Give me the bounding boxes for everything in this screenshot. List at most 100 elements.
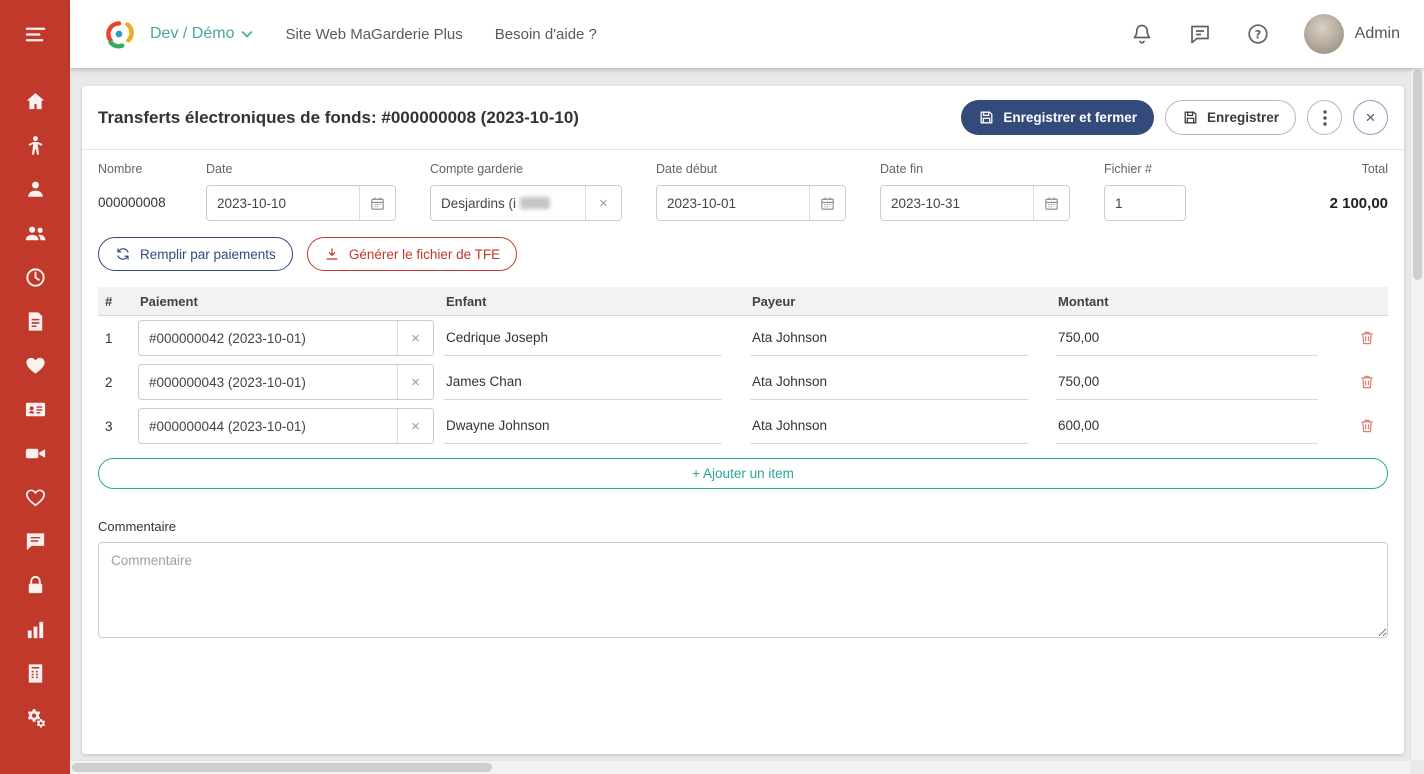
child-icon — [24, 134, 47, 157]
sidebar-item-id-card[interactable] — [0, 398, 70, 421]
user-menu[interactable]: Admin — [1304, 14, 1400, 54]
row-number: 2 — [98, 375, 138, 390]
sidebar-item-lock[interactable] — [0, 574, 70, 597]
help-circle-icon[interactable]: ? — [1246, 22, 1270, 46]
field-total: Total 2 100,00 — [1330, 162, 1388, 221]
delete-row-button[interactable] — [1356, 371, 1378, 393]
sidebar-item-heart-outline[interactable] — [0, 486, 70, 509]
generer-fichier-tfe-button[interactable]: Générer le fichier de TFE — [307, 237, 517, 271]
save-icon — [1182, 109, 1199, 126]
site-web-link[interactable]: Site Web MaGarderie Plus — [285, 26, 462, 43]
paiement-clear-button[interactable]: × — [397, 409, 433, 443]
commentaire-textarea[interactable] — [98, 542, 1388, 638]
delete-row-button[interactable] — [1356, 327, 1378, 349]
enfant-cell[interactable]: James Chan — [444, 364, 722, 400]
sidebar-item-video[interactable] — [0, 442, 70, 465]
sidebar-item-heart[interactable] — [0, 354, 70, 377]
field-date-debut: Date début — [656, 162, 846, 221]
username: Admin — [1355, 25, 1400, 43]
sidebar — [0, 0, 70, 774]
date-calendar-button[interactable] — [359, 186, 395, 220]
more-options-button[interactable] — [1307, 100, 1342, 135]
montant-cell[interactable]: 750,00 — [1056, 320, 1318, 356]
close-button[interactable]: × — [1353, 100, 1388, 135]
help-link[interactable]: Besoin d'aide ? — [495, 26, 597, 43]
messages-icon[interactable] — [1188, 22, 1212, 46]
sidebar-item-person[interactable] — [0, 178, 70, 201]
save-button[interactable]: Enregistrer — [1165, 100, 1296, 135]
calendar-icon — [1043, 195, 1060, 212]
paiement-clear-button[interactable]: × — [397, 365, 433, 399]
date-debut-input[interactable] — [657, 186, 809, 220]
org-switcher[interactable]: Dev / Démo — [150, 25, 253, 43]
delete-row-button[interactable] — [1356, 415, 1378, 437]
date-debut-calendar-button[interactable] — [809, 186, 845, 220]
horizontal-scrollbar[interactable] — [70, 760, 1410, 774]
clear-x-icon: × — [411, 374, 420, 391]
payeur-cell[interactable]: Ata Johnson — [750, 408, 1028, 444]
paiement-input[interactable] — [139, 365, 397, 399]
sidebar-item-report[interactable] — [0, 662, 70, 685]
paiement-input[interactable] — [139, 409, 397, 443]
id-card-icon — [24, 398, 47, 421]
row-number: 3 — [98, 419, 138, 434]
sidebar-item-settings[interactable] — [0, 706, 70, 729]
payeur-cell[interactable]: Ata Johnson — [750, 320, 1028, 356]
chat-icon — [24, 530, 47, 553]
date-input[interactable] — [207, 186, 359, 220]
heart-icon — [24, 354, 47, 377]
table-row: 1 × Cedrique Joseph Ata Johnson 750,00 — [98, 316, 1388, 360]
paiement-select[interactable]: × — [138, 320, 434, 356]
payeur-cell[interactable]: Ata Johnson — [750, 364, 1028, 400]
fichier-input[interactable] — [1105, 186, 1185, 220]
sidebar-item-chat[interactable] — [0, 530, 70, 553]
montant-cell[interactable]: 750,00 — [1056, 364, 1318, 400]
menu-toggle-button[interactable] — [0, 0, 70, 68]
enfant-cell[interactable]: Cedrique Joseph — [444, 320, 722, 356]
paiement-select[interactable]: × — [138, 408, 434, 444]
scrollbar-thumb[interactable] — [72, 763, 492, 772]
col-payeur: Payeur — [750, 294, 1056, 309]
add-item-button[interactable]: + Ajouter un item — [98, 458, 1388, 489]
sidebar-item-invoice[interactable] — [0, 310, 70, 333]
card-body: Nombre 000000008 Date — [82, 150, 1404, 654]
sidebar-item-chart[interactable] — [0, 618, 70, 641]
topbar: Dev / Démo Site Web MaGarderie Plus Beso… — [70, 0, 1424, 68]
total-value: 2 100,00 — [1330, 185, 1388, 212]
page-title: Transferts électroniques de fonds: #0000… — [98, 108, 579, 128]
trash-icon — [1358, 373, 1376, 391]
chevron-down-icon — [241, 30, 253, 38]
date-label: Date — [206, 162, 396, 176]
paiement-select[interactable]: × — [138, 364, 434, 400]
person-icon — [24, 178, 47, 201]
date-fin-calendar-button[interactable] — [1033, 186, 1069, 220]
chart-icon — [24, 618, 47, 641]
compte-garderie-clear-button[interactable]: × — [585, 186, 621, 220]
vertical-scrollbar[interactable] — [1410, 68, 1424, 760]
close-x-icon: × — [1366, 109, 1376, 126]
date-fin-input[interactable] — [881, 186, 1033, 220]
download-icon — [324, 246, 340, 262]
org-name: Dev / Démo — [150, 25, 234, 43]
svg-text:?: ? — [1254, 27, 1261, 41]
paiement-clear-button[interactable]: × — [397, 321, 433, 355]
remplir-par-paiements-button[interactable]: Remplir par paiements — [98, 237, 293, 271]
sidebar-item-child[interactable] — [0, 134, 70, 157]
sidebar-item-clock[interactable] — [0, 266, 70, 289]
save-icon — [978, 109, 995, 126]
montant-cell[interactable]: 600,00 — [1056, 408, 1318, 444]
compte-garderie-select[interactable]: Desjardins (i × — [430, 185, 622, 221]
scrollbar-thumb[interactable] — [1413, 70, 1422, 280]
col-num: # — [98, 294, 138, 309]
sidebar-item-people[interactable] — [0, 222, 70, 245]
paiement-input[interactable] — [139, 321, 397, 355]
header-buttons: Enregistrer et fermer Enregistrer × — [961, 100, 1388, 135]
app-logo[interactable] — [100, 15, 138, 53]
invoice-icon — [24, 310, 47, 333]
enfant-cell[interactable]: Dwayne Johnson — [444, 408, 722, 444]
save-and-close-button[interactable]: Enregistrer et fermer — [961, 100, 1154, 135]
calendar-icon — [819, 195, 836, 212]
sidebar-item-home[interactable] — [0, 90, 70, 113]
save-label: Enregistrer — [1207, 110, 1279, 125]
notifications-bell-icon[interactable] — [1130, 22, 1154, 46]
